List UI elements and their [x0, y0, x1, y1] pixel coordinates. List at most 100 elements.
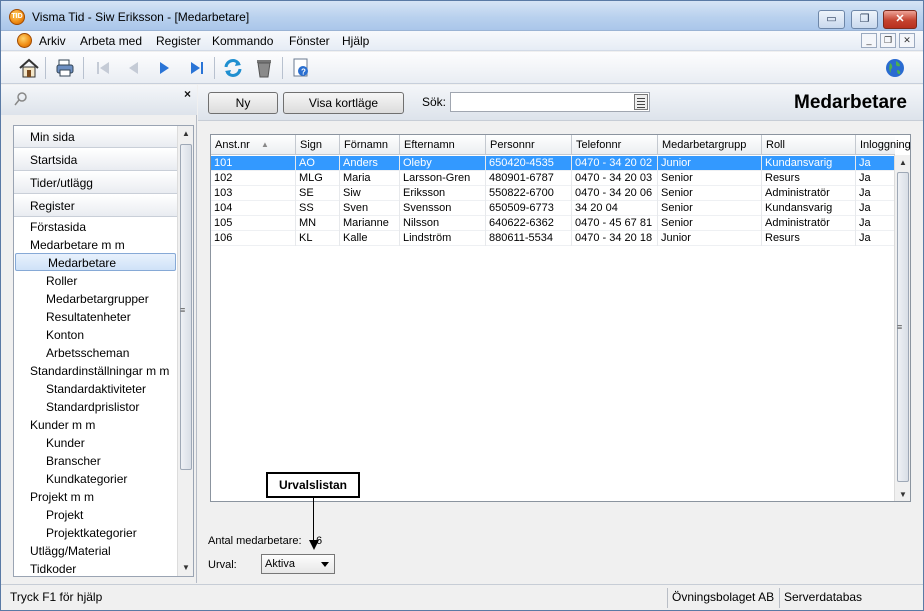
menu-kommando[interactable]: Kommando: [212, 34, 273, 48]
mdi-close-button[interactable]: ✕: [899, 33, 915, 48]
menu-register[interactable]: Register: [156, 34, 201, 48]
first-record-button[interactable]: [91, 56, 115, 80]
column-header-inloggning[interactable]: Inloggning: [856, 135, 910, 155]
previous-record-button[interactable]: [121, 56, 145, 80]
search-list-button[interactable]: [634, 94, 648, 110]
table-row[interactable]: 105 MN Marianne Nilsson 640622-6362 0470 - 45…: [211, 216, 895, 231]
help-icon: ?: [293, 58, 308, 77]
nav-item-tidkoder[interactable]: Tidkoder: [14, 560, 178, 576]
nav-item-kundkategorier[interactable]: Kundkategorier: [14, 470, 178, 488]
column-header-personnr[interactable]: Personnr: [486, 135, 572, 155]
delete-button[interactable]: [252, 56, 276, 80]
nav-item-standardinstallningar[interactable]: Standardinställningar m m: [14, 362, 178, 380]
app-menu-icon[interactable]: [17, 33, 32, 48]
grid-header: Anst.nr ▲ Sign Förnamn Efternamn Personnr…: [211, 135, 910, 155]
grid-scroll-down-icon[interactable]: ▼: [895, 487, 910, 501]
refresh-button[interactable]: [221, 56, 245, 80]
nav-item-roller[interactable]: Roller: [14, 272, 178, 290]
nav-item-medarbetare[interactable]: Medarbetare: [15, 253, 176, 271]
mdi-restore-button[interactable]: ❐: [880, 33, 896, 48]
cell-telefonnr: 0470 - 34 20 03: [572, 171, 658, 186]
grid-scrollbar[interactable]: ▲ ≡ ▼: [894, 155, 910, 501]
menu-arkiv[interactable]: Arkiv: [39, 34, 66, 48]
title-bar: TID Visma Tid - Siw Eriksson - [Medarbet…: [1, 1, 923, 31]
grid-scroll-up-icon[interactable]: ▲: [895, 155, 910, 171]
nav-item-standardprislistor[interactable]: Standardprislistor: [14, 398, 178, 416]
nav-item-branscher[interactable]: Branscher: [14, 452, 178, 470]
column-header-fornamn[interactable]: Förnamn: [340, 135, 400, 155]
next-record-button[interactable]: [153, 56, 177, 80]
column-header-telefonnr[interactable]: Telefonnr: [572, 135, 658, 155]
scroll-down-icon[interactable]: ▼: [178, 560, 193, 576]
scroll-up-icon[interactable]: ▲: [178, 126, 193, 142]
card-view-button[interactable]: Visa kortläge: [283, 92, 404, 114]
table-row[interactable]: 102 MLG Maria Larsson-Gren 480901-6787 0470 -…: [211, 171, 895, 186]
chevron-down-icon: [321, 562, 329, 567]
nav-item-resultatenheter[interactable]: Resultatenheter: [14, 308, 178, 326]
menu-hjalp[interactable]: Hjälp: [342, 34, 369, 48]
nav-item-projekt-m-m[interactable]: Projekt m m: [14, 488, 178, 506]
urval-select[interactable]: Aktiva: [261, 554, 335, 574]
cell-anst-nr: 104: [211, 201, 296, 216]
cell-medarbetargrupp: Junior: [658, 231, 762, 246]
last-record-button[interactable]: [185, 56, 209, 80]
navigation-tree: Min sida Startsida Tider/utlägg Register…: [13, 125, 194, 577]
column-header-medarbetargrupp[interactable]: Medarbetargrupp: [658, 135, 762, 155]
nav-item-konton[interactable]: Konton: [14, 326, 178, 344]
minimize-button[interactable]: ▭: [818, 10, 845, 29]
nav-item-forstasida[interactable]: Förstasida: [14, 218, 178, 236]
maximize-button[interactable]: ❐: [851, 10, 878, 29]
nav-group-register[interactable]: Register: [14, 195, 178, 217]
cell-telefonnr: 0470 - 45 67 81: [572, 216, 658, 231]
close-button[interactable]: ✕: [883, 10, 917, 29]
nav-item-medarbetargrupper[interactable]: Medarbetargrupper: [14, 290, 178, 308]
cell-sign: MN: [296, 216, 340, 231]
table-row[interactable]: 106 KL Kalle Lindström 880611-5534 0470 - 34 …: [211, 231, 895, 246]
nav-group-startsida[interactable]: Startsida: [14, 149, 178, 171]
nav-group-tider-utlagg[interactable]: Tider/utlägg: [14, 172, 178, 194]
nav-item-utlagg-material[interactable]: Utlägg/Material: [14, 542, 178, 560]
nav-item-medarbetare-m-m[interactable]: Medarbetare m m: [14, 236, 178, 254]
close-panel-button[interactable]: ×: [184, 87, 191, 101]
menu-arbeta-med[interactable]: Arbeta med: [80, 34, 142, 48]
home-button[interactable]: [17, 56, 41, 80]
column-header-roll[interactable]: Roll: [762, 135, 856, 155]
help-button[interactable]: ?: [289, 56, 313, 80]
print-button[interactable]: [53, 56, 77, 80]
cell-fornamn: Sven: [340, 201, 400, 216]
new-button[interactable]: Ny: [208, 92, 278, 114]
callout-arrow-line: [313, 498, 314, 540]
grid-scrollbar-grip-icon: ≡: [897, 322, 903, 332]
cell-personnr: 880611-5534: [486, 231, 572, 246]
cell-roll: Kundansvarig: [762, 156, 856, 171]
cell-roll: Administratör: [762, 186, 856, 201]
globe-icon: [886, 59, 904, 77]
nav-item-kunder-m-m[interactable]: Kunder m m: [14, 416, 178, 434]
cell-telefonnr: 0470 - 34 20 18: [572, 231, 658, 246]
status-database: Serverdatabas: [779, 588, 866, 608]
column-header-efternamn[interactable]: Efternamn: [400, 135, 486, 155]
cell-efternamn: Svensson: [400, 201, 486, 216]
mdi-minimize-button[interactable]: _: [861, 33, 877, 48]
table-row[interactable]: 103 SE Siw Eriksson 550822-6700 0470 - 34 20 …: [211, 186, 895, 201]
cell-sign: AO: [296, 156, 340, 171]
nav-group-min-sida[interactable]: Min sida: [14, 126, 178, 148]
app-window: TID Visma Tid - Siw Eriksson - [Medarbet…: [0, 0, 924, 611]
table-row[interactable]: 101 AO Anders Oleby 650420-4535 0470 - 34 20 …: [211, 156, 895, 171]
next-record-icon: [160, 62, 169, 74]
nav-item-projektkategorier[interactable]: Projektkategorier: [14, 524, 178, 542]
urval-callout: Urvalslistan: [266, 472, 360, 498]
table-row[interactable]: 104 SS Sven Svensson 650509-6773 34 20 04 Seni…: [211, 201, 895, 216]
nav-item-standardaktiviteter[interactable]: Standardaktiviteter: [14, 380, 178, 398]
search-input[interactable]: [450, 92, 650, 112]
pin-icon[interactable]: [13, 91, 27, 106]
cell-telefonnr: 0470 - 34 20 06: [572, 186, 658, 201]
menu-fonster[interactable]: Fönster: [289, 34, 330, 48]
column-header-sign[interactable]: Sign: [296, 135, 340, 155]
nav-item-kunder[interactable]: Kunder: [14, 434, 178, 452]
nav-item-projekt[interactable]: Projekt: [14, 506, 178, 524]
navigation-scrollbar[interactable]: ▲ ≡ ▼: [177, 126, 193, 576]
column-header-anst-nr[interactable]: Anst.nr ▲: [211, 135, 296, 155]
nav-item-arbetsscheman[interactable]: Arbetsscheman: [14, 344, 178, 362]
web-button[interactable]: [883, 56, 907, 80]
